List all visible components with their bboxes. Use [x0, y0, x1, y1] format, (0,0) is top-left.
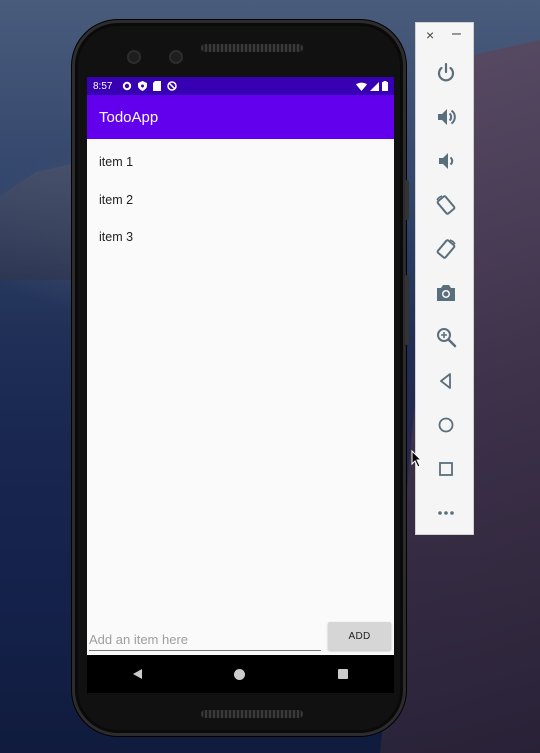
phone-volume-button[interactable]: [405, 275, 409, 345]
signal-icon: [370, 81, 379, 91]
phone-side-button[interactable]: [405, 180, 409, 220]
zoom-button[interactable]: [416, 315, 475, 359]
volume-down-icon: [438, 153, 453, 169]
recents-icon[interactable]: [337, 669, 348, 679]
emulator-control-panel: × –: [415, 22, 474, 535]
gear-icon: [122, 81, 132, 91]
app-title: TodoApp: [99, 108, 159, 126]
list-item[interactable]: item 3: [87, 219, 394, 257]
zoom-icon: [436, 328, 456, 348]
battery-icon: [382, 81, 388, 91]
sd-card-icon: [153, 81, 162, 91]
back-icon[interactable]: [133, 669, 143, 679]
volume-down-button[interactable]: [416, 139, 475, 183]
home-icon: [438, 417, 453, 433]
camera-icon: [436, 285, 455, 301]
app-toolbar: TodoApp: [87, 95, 394, 139]
navigation-bar: [87, 655, 394, 693]
rotate-right-button[interactable]: [416, 227, 475, 271]
back-icon: [439, 373, 451, 389]
rotate-left-icon: [435, 195, 455, 215]
power-icon: [437, 62, 454, 82]
power-button[interactable]: [416, 51, 475, 95]
list-item[interactable]: item 1: [87, 144, 394, 182]
status-bar: 8:57: [87, 77, 394, 95]
panel-header: × –: [416, 23, 473, 51]
status-time: 8:57: [93, 80, 113, 92]
home-icon[interactable]: [234, 668, 246, 680]
rotate-left-button[interactable]: [416, 183, 475, 227]
add-button[interactable]: ADD: [328, 622, 391, 650]
todo-list[interactable]: item 1 item 2 item 3: [87, 139, 394, 257]
add-item-row: ADD: [87, 622, 394, 655]
overview-icon: [438, 462, 453, 476]
volume-up-button[interactable]: [416, 95, 475, 139]
list-item[interactable]: item 2: [87, 182, 394, 220]
bottom-speaker: [201, 710, 303, 718]
mouse-cursor-icon: [411, 450, 423, 468]
wifi-icon: [356, 82, 367, 91]
earpiece-speaker: [201, 44, 303, 52]
status-right-icons: [356, 81, 388, 91]
more-icon: [437, 511, 454, 515]
volume-up-icon: [437, 109, 456, 125]
emulator-back-button[interactable]: [416, 359, 475, 403]
emulator-overview-button[interactable]: [416, 447, 475, 491]
shield-icon: [138, 81, 148, 91]
device-screen: 8:57 TodoApp item 1 item 2 item 3 ADD: [87, 77, 394, 655]
front-sensor: [169, 50, 183, 64]
screenshot-button[interactable]: [416, 271, 475, 315]
close-icon[interactable]: ×: [426, 27, 434, 43]
new-item-input[interactable]: [89, 628, 321, 651]
emulator-home-button[interactable]: [416, 403, 475, 447]
more-button[interactable]: [416, 491, 475, 535]
front-camera: [127, 50, 141, 64]
no-disturb-icon: [167, 81, 178, 91]
rotate-right-icon: [436, 239, 456, 259]
minimize-icon[interactable]: –: [452, 25, 461, 43]
